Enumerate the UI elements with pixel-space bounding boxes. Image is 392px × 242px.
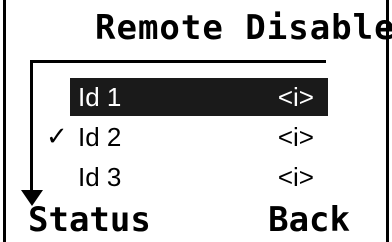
list-item-info: <i> — [277, 162, 314, 192]
checkmark-icon: ✓ — [46, 122, 68, 152]
back-softkey[interactable]: Back — [268, 200, 350, 240]
list-item-info: <i> — [277, 82, 314, 112]
list-item-label: Id 1 — [78, 82, 122, 112]
list-item-id-2[interactable]: Id 2 <i> — [70, 118, 328, 156]
list-item-id-1[interactable]: Id 1 <i> — [70, 78, 328, 116]
list-item-id-3[interactable]: Id 3 <i> — [70, 158, 328, 196]
list-item-label: Id 3 — [78, 162, 122, 192]
frame-left-line — [3, 0, 6, 242]
status-softkey[interactable]: Status — [28, 200, 151, 240]
nav-connector-horizontal — [30, 60, 326, 63]
list-item-info: <i> — [277, 122, 314, 152]
list-item-label: Id 2 — [78, 122, 122, 152]
device-screen: Remote Disable Id 1 <i> ✓ Id 2 <i> Id 3 … — [0, 0, 392, 242]
screen-title: Remote Disable — [95, 8, 392, 48]
nav-connector-vertical — [30, 60, 33, 192]
